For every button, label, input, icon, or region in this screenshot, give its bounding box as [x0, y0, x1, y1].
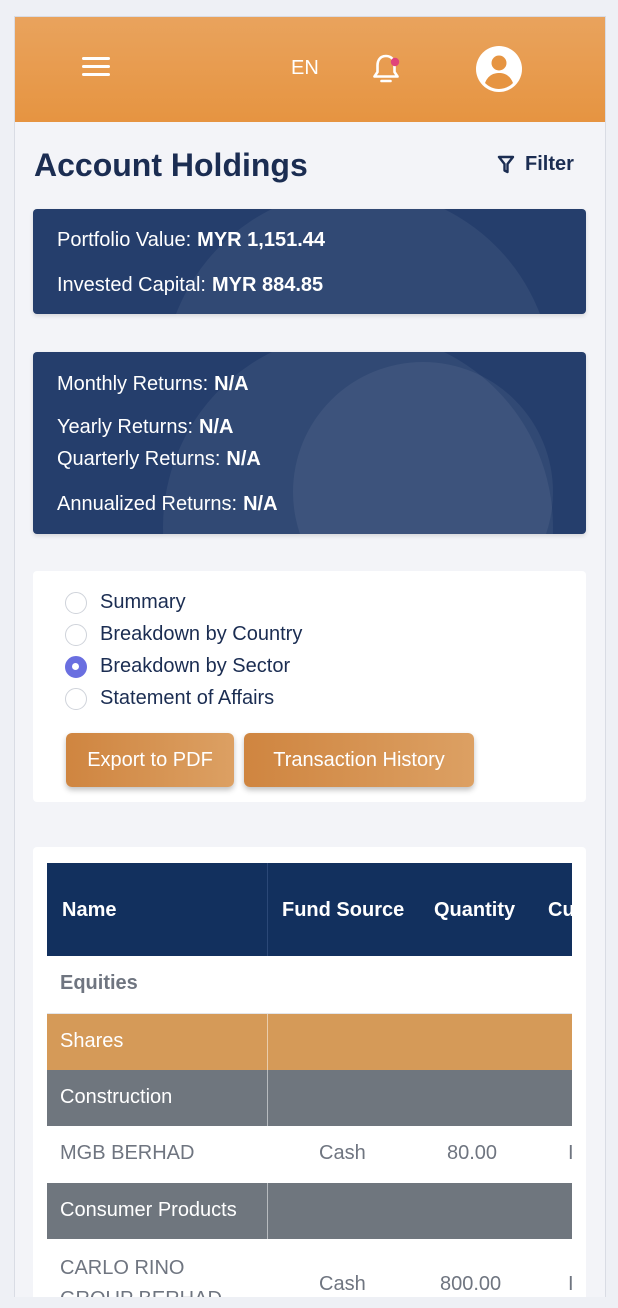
table-sector-row-construction: Construction — [47, 1070, 572, 1126]
radio-label: Statement of Affairs — [100, 687, 275, 709]
sector-label: Consumer Products — [60, 1199, 237, 1221]
radio-button[interactable] — [65, 591, 87, 614]
column-header-cu[interactable]: Cu — [548, 899, 572, 922]
holding-fund-source: Cash — [319, 1273, 366, 1295]
group-label: Equities — [60, 972, 138, 994]
returns-card: Monthly Returns: N/A Yearly Returns: N/A Q… — [33, 352, 586, 534]
column-header-name[interactable]: Name — [62, 899, 116, 922]
holding-name: MGB BERHAD — [60, 1142, 195, 1164]
yearly-returns-value: N/A — [199, 416, 234, 438]
radio-summary[interactable]: Summary — [65, 591, 186, 614]
table-row[interactable]: MGB BERHAD Cash 80.00 I — [47, 1126, 572, 1183]
table-group-row-shares: Shares — [47, 1014, 572, 1070]
quarterly-returns-label: Quarterly Returns: — [57, 448, 221, 470]
radio-breakdown-sector[interactable]: Breakdown by Sector — [65, 655, 290, 678]
language-selector[interactable]: EN — [291, 57, 319, 80]
portfolio-value: MYR 1,151.44 — [197, 229, 326, 251]
radio-label: Breakdown by Country — [100, 623, 303, 645]
user-avatar-icon[interactable] — [476, 46, 522, 92]
holding-name-line2: GROUP BERHAD — [60, 1288, 222, 1297]
portfolio-value-label: Portfolio Value: — [57, 229, 192, 251]
annualized-returns-value: N/A — [243, 493, 278, 515]
group-label: Shares — [60, 1030, 124, 1052]
radio-button[interactable] — [65, 623, 87, 646]
table-row[interactable]: CARLO RINO GROUP BERHAD Cash 800.00 I — [47, 1239, 572, 1297]
table-group-row-equities: Equities — [47, 956, 572, 1014]
portfolio-card: Portfolio Value: MYR 1,151.44 Invested Ca… — [33, 209, 586, 314]
filter-icon — [497, 155, 515, 173]
radio-label: Summary — [100, 591, 186, 613]
page-title: Account Holdings — [34, 147, 308, 183]
filter-button[interactable]: Filter — [497, 153, 574, 176]
radio-button-checked[interactable] — [65, 655, 87, 678]
app-frame: EN Account Holdings Filter Portfolio Val… — [14, 16, 606, 1297]
quarterly-returns-value: N/A — [226, 448, 261, 470]
column-header-fund-source[interactable]: Fund Source — [282, 899, 404, 922]
annualized-returns-label: Annualized Returns: — [57, 493, 238, 515]
radio-label: Breakdown by Sector — [100, 655, 291, 677]
holding-quantity: 80.00 — [447, 1142, 498, 1164]
sector-label: Construction — [60, 1086, 173, 1108]
holding-name: CARLO RINO — [60, 1257, 185, 1279]
hamburger-menu-icon[interactable] — [82, 57, 110, 79]
radio-statement-affairs[interactable]: Statement of Affairs — [65, 687, 274, 710]
table-header: Name Fund Source Quantity Cu — [47, 863, 572, 956]
transaction-history-button[interactable]: Transaction History — [244, 733, 474, 787]
column-header-quantity[interactable]: Quantity — [434, 899, 515, 922]
app-header: EN — [15, 17, 605, 122]
notification-dot-icon — [390, 57, 400, 67]
holdings-table-card: Name Fund Source Quantity Cu Equities Sh… — [33, 847, 586, 1297]
holding-cu-cell: I — [568, 1142, 572, 1165]
table-sector-row-consumer-products: Consumer Products — [47, 1183, 572, 1239]
bell-icon[interactable] — [371, 53, 401, 85]
radio-button[interactable] — [65, 687, 87, 710]
filter-label: Filter — [525, 153, 574, 175]
holdings-table[interactable]: Name Fund Source Quantity Cu Equities Sh… — [47, 863, 572, 1297]
export-pdf-button[interactable]: Export to PDF — [66, 733, 234, 787]
holding-quantity: 800.00 — [440, 1273, 502, 1295]
invested-capital-value: MYR 884.85 — [211, 274, 324, 296]
monthly-returns-value: N/A — [214, 373, 249, 395]
holding-fund-source: Cash — [319, 1142, 366, 1164]
report-options-card: Summary Breakdown by Country Breakdown b… — [33, 571, 586, 802]
monthly-returns-label: Monthly Returns: — [57, 373, 209, 395]
holding-cu-cell: I — [568, 1273, 572, 1296]
yearly-returns-label: Yearly Returns: — [57, 416, 193, 438]
invested-capital-label: Invested Capital: — [57, 274, 206, 296]
radio-breakdown-country[interactable]: Breakdown by Country — [65, 623, 302, 646]
